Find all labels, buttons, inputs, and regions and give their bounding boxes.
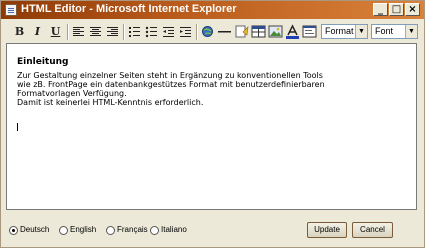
radio-italiano[interactable] — [150, 226, 159, 235]
paragraph-line: Damit ist keinerlei HTML-Kenntnis erford… — [17, 98, 204, 107]
toolbar-separator — [196, 24, 197, 40]
source-view-icon[interactable] — [301, 23, 318, 40]
cancel-button[interactable]: Cancel — [352, 222, 393, 238]
rich-text-editor[interactable]: Einleitung Zur Gestaltung einzelner Seit… — [6, 43, 417, 210]
radio-english[interactable] — [59, 226, 68, 235]
editor-window: HTML Editor - Microsoft Internet Explore… — [0, 0, 425, 248]
paragraph-line: Zur Gestaltung einzelner Seiten steht in… — [17, 71, 323, 80]
radio-deutsch[interactable] — [9, 226, 18, 235]
ie-page-icon — [5, 4, 17, 16]
maximize-button[interactable]: □ — [389, 3, 404, 16]
toolbar-separator — [67, 24, 68, 40]
indent-icon[interactable] — [177, 23, 194, 40]
formatting-toolbar: B I U Format ▼ Font ▼ — [5, 21, 421, 43]
dropdown-arrow-icon: ▼ — [355, 25, 367, 38]
dropdown-arrow-icon: ▼ — [405, 25, 417, 38]
insert-table-icon[interactable] — [250, 23, 267, 40]
update-button[interactable]: Update — [307, 222, 347, 238]
italic-button[interactable]: I — [29, 23, 46, 40]
radio-francais[interactable] — [106, 226, 115, 235]
insert-image-icon[interactable] — [267, 23, 284, 40]
text-color-icon[interactable] — [284, 23, 301, 40]
title-bar: HTML Editor - Microsoft Internet Explore… — [1, 1, 424, 19]
outdent-icon[interactable] — [160, 23, 177, 40]
toolbar-separator — [123, 24, 124, 40]
bullet-list-icon[interactable] — [143, 23, 160, 40]
align-left-icon[interactable] — [70, 23, 87, 40]
radio-label-english[interactable]: English — [70, 225, 96, 234]
paragraph-line: wie zB. FrontPage ein datenbankgestützes… — [17, 80, 325, 89]
align-right-icon[interactable] — [104, 23, 121, 40]
font-select[interactable]: Font ▼ — [371, 24, 418, 39]
insert-special-icon[interactable] — [233, 23, 250, 40]
content-paragraph: Zur Gestaltung einzelner Seiten steht in… — [17, 71, 397, 107]
underline-button[interactable]: U — [47, 23, 64, 40]
horizontal-rule-icon[interactable] — [216, 23, 233, 40]
close-button[interactable]: × — [405, 3, 420, 16]
text-cursor — [17, 123, 18, 131]
font-select-value: Font — [375, 26, 394, 36]
radio-label-francais[interactable]: Français — [117, 225, 148, 234]
bold-button[interactable]: B — [11, 23, 28, 40]
numbered-list-icon[interactable] — [126, 23, 143, 40]
radio-label-italiano[interactable]: Italiano — [161, 225, 187, 234]
format-select-value: Format — [325, 26, 354, 36]
paragraph-line: Formatvorlagen Verfügung. — [17, 89, 127, 98]
align-center-icon[interactable] — [87, 23, 104, 40]
window-title: HTML Editor - Microsoft Internet Explore… — [21, 3, 237, 15]
hyperlink-icon[interactable] — [199, 23, 216, 40]
radio-label-deutsch[interactable]: Deutsch — [20, 225, 49, 234]
format-select[interactable]: Format ▼ — [321, 24, 368, 39]
minimize-button[interactable]: _ — [373, 3, 388, 16]
content-heading: Einleitung — [17, 57, 69, 67]
